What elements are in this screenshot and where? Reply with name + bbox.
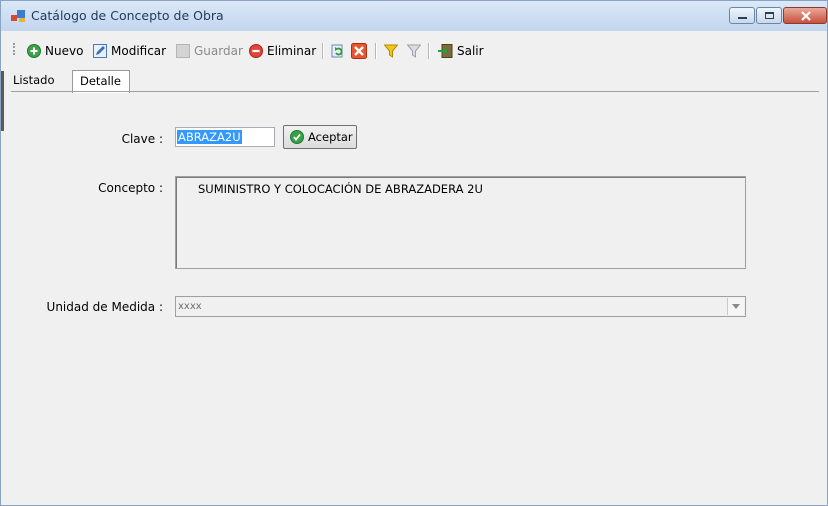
save-icon <box>176 44 190 58</box>
close-button[interactable] <box>783 7 827 24</box>
tab-strip-border <box>11 91 819 92</box>
chevron-down-icon <box>732 304 740 309</box>
app-icon <box>11 10 25 22</box>
modificar-label: Modificar <box>111 44 167 58</box>
concepto-value: SUMINISTRO Y COLOCACIÓN DE ABRAZADERA 2U <box>198 182 483 196</box>
window-edge <box>1 71 4 131</box>
toolbar-separator <box>322 43 324 59</box>
add-icon <box>27 44 41 58</box>
toolbar-separator <box>375 43 377 59</box>
cancel-icon <box>351 43 367 59</box>
tab-listado[interactable]: Listado <box>13 70 68 92</box>
clear-filter-icon <box>407 44 421 58</box>
clave-value: ABRAZA2U <box>177 130 242 144</box>
window-title: Catálogo de Concepto de Obra <box>31 8 224 23</box>
cancel-button[interactable] <box>351 42 367 60</box>
eliminar-button[interactable]: Eliminar <box>249 42 316 60</box>
unidad-value: xxxx <box>178 301 202 312</box>
main-window: Catálogo de Concepto de Obra Nuevo Modif… <box>0 0 828 506</box>
edit-icon <box>93 44 107 58</box>
exit-icon <box>438 44 453 58</box>
toolbar-separator <box>428 43 430 59</box>
dropdown-button[interactable] <box>727 298 744 315</box>
unidad-label: Unidad de Medida : <box>46 300 163 314</box>
tab-detalle-label: Detalle <box>80 74 121 88</box>
aceptar-label: Aceptar <box>308 130 353 144</box>
filter-icon <box>384 44 398 58</box>
guardar-label: Guardar <box>194 44 243 58</box>
maximize-button[interactable] <box>756 7 782 24</box>
close-icon <box>801 11 811 21</box>
tab-listado-label: Listado <box>13 73 55 87</box>
toolbar-grip[interactable] <box>13 43 17 55</box>
aceptar-button[interactable]: Aceptar <box>283 125 357 149</box>
clave-label: Clave : <box>121 132 163 146</box>
check-icon <box>290 130 304 144</box>
guardar-button[interactable]: Guardar <box>176 42 243 60</box>
filter-button[interactable] <box>384 42 398 60</box>
nuevo-button[interactable]: Nuevo <box>27 42 83 60</box>
refresh-icon <box>331 44 343 58</box>
clave-input[interactable]: ABRAZA2U <box>175 127 275 147</box>
salir-button[interactable]: Salir <box>437 42 484 60</box>
clear-filter-button[interactable] <box>407 42 421 60</box>
eliminar-label: Eliminar <box>267 44 317 58</box>
refresh-button[interactable] <box>331 42 345 60</box>
salir-label: Salir <box>457 44 484 58</box>
title-bar[interactable]: Catálogo de Concepto de Obra <box>1 1 827 31</box>
nuevo-label: Nuevo <box>45 44 84 58</box>
minimize-button[interactable] <box>729 7 755 24</box>
concepto-label: Concepto : <box>98 181 163 195</box>
unidad-select[interactable]: xxxx <box>175 296 746 317</box>
modificar-button[interactable]: Modificar <box>93 42 166 60</box>
delete-icon <box>249 44 263 58</box>
tab-detalle[interactable]: Detalle <box>72 70 130 93</box>
concepto-textarea[interactable]: SUMINISTRO Y COLOCACIÓN DE ABRAZADERA 2U <box>175 176 746 269</box>
